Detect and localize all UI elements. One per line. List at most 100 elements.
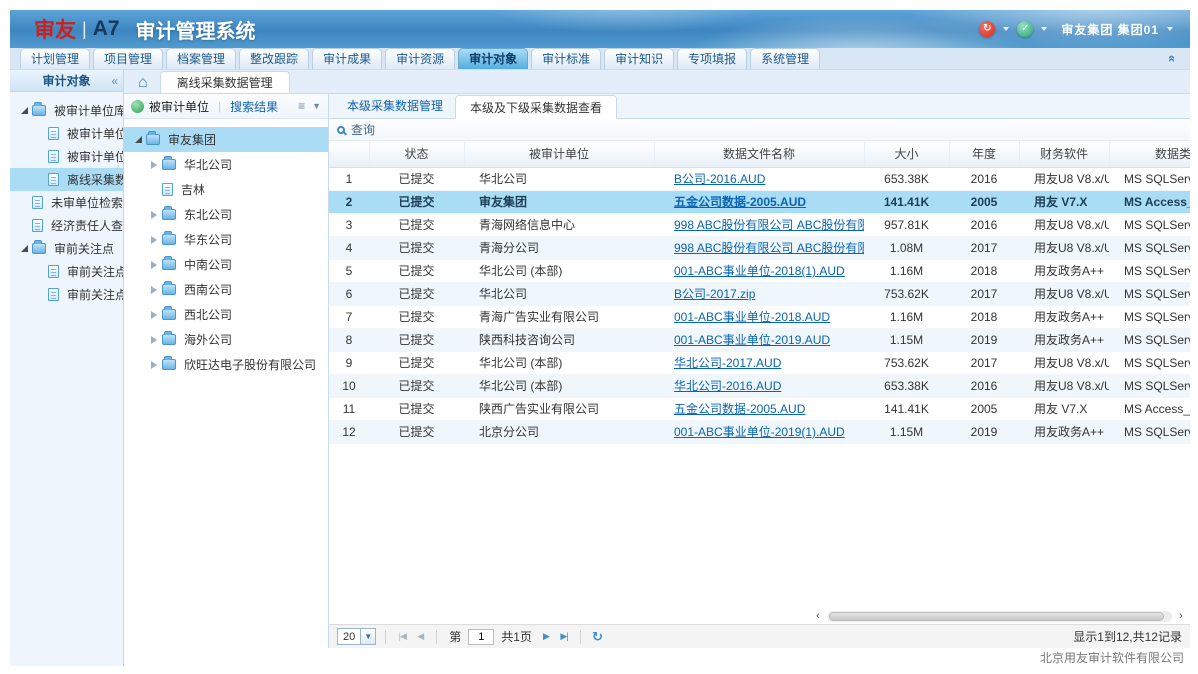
- tree-expand-icon[interactable]: [148, 334, 160, 346]
- nav-tab-4[interactable]: 审计成果: [312, 48, 382, 69]
- tree-expand-icon[interactable]: [148, 259, 160, 271]
- tree-collapse-icon[interactable]: [18, 105, 30, 117]
- nav-tab-7[interactable]: 审计标准: [531, 48, 601, 69]
- file-link[interactable]: 华北公司-2016.AUD: [674, 379, 781, 393]
- current-org-user[interactable]: 审友集团 集团01: [1061, 21, 1159, 38]
- last-page-button[interactable]: ▶|: [557, 631, 571, 642]
- scroll-left-icon[interactable]: ‹: [812, 611, 824, 622]
- file-link[interactable]: 998 ABC股份有限公司 ABC股份有限公司: [674, 218, 864, 232]
- nav-tab-6[interactable]: 审计对象: [458, 48, 528, 69]
- org-tree-item-2[interactable]: 吉林: [124, 177, 328, 202]
- file-link[interactable]: 001-ABC事业单位-2019(1).AUD: [674, 425, 845, 439]
- sidebar-tree-item-7[interactable]: 审前关注点查看: [10, 260, 123, 283]
- prev-page-button[interactable]: ◀: [413, 631, 427, 642]
- first-page-button[interactable]: |◀: [395, 631, 409, 642]
- tree-expand-icon[interactable]: [148, 309, 160, 321]
- sidebar-tree-item-6[interactable]: 审前关注点: [10, 237, 123, 260]
- table-row[interactable]: 12已提交北京分公司001-ABC事业单位-2019(1).AUD1.15M20…: [329, 420, 1190, 443]
- file-link[interactable]: B公司-2016.AUD: [674, 172, 765, 186]
- sidebar-tree-item-5[interactable]: 经济责任人查看: [10, 214, 123, 237]
- page-number-input[interactable]: [468, 629, 494, 645]
- scroll-right-icon[interactable]: ›: [1175, 611, 1187, 622]
- page-size-select[interactable]: 20 ▼: [337, 628, 376, 645]
- column-header-software[interactable]: 财务软件: [1019, 141, 1109, 167]
- query-button[interactable]: 查询: [351, 121, 375, 138]
- refresh-icon[interactable]: ↻: [592, 629, 603, 645]
- org-tree-item-0[interactable]: 审友集团: [124, 127, 328, 152]
- sidebar-tree-item-8[interactable]: 审前关注点维护: [10, 283, 123, 306]
- file-link[interactable]: B公司-2017.zip: [674, 287, 755, 301]
- column-header-num[interactable]: [329, 141, 369, 167]
- nav-tab-0[interactable]: 计划管理: [20, 48, 90, 69]
- nav-tab-5[interactable]: 审计资源: [385, 48, 455, 69]
- sidebar-tree-item-0[interactable]: 被审计单位库: [10, 99, 123, 122]
- org-tree-item-4[interactable]: 华东公司: [124, 227, 328, 252]
- table-row[interactable]: 6已提交华北公司B公司-2017.zip753.62K2017用友U8 V8.x…: [329, 282, 1190, 305]
- column-header-status[interactable]: 状态: [369, 141, 464, 167]
- org-tree-item-6[interactable]: 西南公司: [124, 277, 328, 302]
- collapse-sidebar-icon[interactable]: «: [111, 74, 118, 88]
- column-header-dtype[interactable]: 数据类型: [1109, 141, 1190, 167]
- org-tree-item-7[interactable]: 西北公司: [124, 302, 328, 327]
- nav-tab-9[interactable]: 专项填报: [677, 48, 747, 69]
- table-row[interactable]: 1已提交华北公司B公司-2016.AUD653.38K2016用友U8 V8.x…: [329, 167, 1190, 190]
- open-page-tab[interactable]: 离线采集数据管理: [160, 71, 290, 93]
- tab-search-results[interactable]: 搜索结果: [230, 98, 278, 115]
- home-icon[interactable]: ⌂: [138, 75, 148, 91]
- panel-menu-icon[interactable]: ≡: [298, 99, 305, 113]
- chevron-down-icon[interactable]: ▼: [312, 101, 321, 111]
- file-link[interactable]: 001-ABC事业单位-2019.AUD: [674, 333, 830, 347]
- table-row[interactable]: 9已提交华北公司 (本部)华北公司-2017.AUD753.62K2017用友U…: [329, 351, 1190, 374]
- column-header-file[interactable]: 数据文件名称: [654, 141, 864, 167]
- nav-tab-1[interactable]: 项目管理: [93, 48, 163, 69]
- nav-tab-10[interactable]: 系统管理: [750, 48, 820, 69]
- file-link[interactable]: 001-ABC事业单位-2018(1).AUD: [674, 264, 845, 278]
- sidebar-tree-item-2[interactable]: 被审计单位维护: [10, 145, 123, 168]
- file-link[interactable]: 华北公司-2017.AUD: [674, 356, 781, 370]
- file-link[interactable]: 五金公司数据-2005.AUD: [674, 402, 805, 416]
- column-header-year[interactable]: 年度: [949, 141, 1019, 167]
- tree-expand-icon[interactable]: [148, 159, 160, 171]
- sidebar-tree-item-1[interactable]: 被审计单位查看: [10, 122, 123, 145]
- tab-local-data-manage[interactable]: 本级采集数据管理: [335, 94, 455, 118]
- table-row[interactable]: 7已提交青海广告实业有限公司001-ABC事业单位-2018.AUD1.16M2…: [329, 305, 1190, 328]
- table-row[interactable]: 5已提交华北公司 (本部)001-ABC事业单位-2018(1).AUD1.16…: [329, 259, 1190, 282]
- org-tree-item-9[interactable]: 欣旺达电子股份有限公司: [124, 352, 328, 377]
- tree-expand-icon[interactable]: [148, 359, 160, 371]
- table-row[interactable]: 11已提交陕西广告实业有限公司五金公司数据-2005.AUD141.41K200…: [329, 397, 1190, 420]
- table-row[interactable]: 3已提交青海网络信息中心998 ABC股份有限公司 ABC股份有限公司957.8…: [329, 213, 1190, 236]
- user-icon[interactable]: ✓: [1017, 21, 1033, 37]
- tree-expand-icon[interactable]: [148, 284, 160, 296]
- sidebar-tree-item-3[interactable]: 离线采集数据管理: [10, 168, 123, 191]
- column-header-unit[interactable]: 被审计单位: [464, 141, 654, 167]
- tree-expand-icon[interactable]: [148, 234, 160, 246]
- collapse-header-icon[interactable]: «: [1165, 55, 1180, 62]
- sidebar-tree-item-4[interactable]: 未审单位检索: [10, 191, 123, 214]
- file-link[interactable]: 998 ABC股份有限公司 ABC股份有限公司: [674, 241, 864, 255]
- tab-local-and-sub-data-view[interactable]: 本级及下级采集数据查看: [455, 95, 617, 119]
- org-tree-item-5[interactable]: 中南公司: [124, 252, 328, 277]
- nav-tab-2[interactable]: 档案管理: [166, 48, 236, 69]
- nav-tab-8[interactable]: 审计知识: [604, 48, 674, 69]
- file-link[interactable]: 001-ABC事业单位-2018.AUD: [674, 310, 830, 324]
- nav-tab-3[interactable]: 整改跟踪: [239, 48, 309, 69]
- table-row[interactable]: 10已提交华北公司 (本部)华北公司-2016.AUD653.38K2016用友…: [329, 374, 1190, 397]
- tab-audited-units[interactable]: 被审计单位: [149, 98, 209, 115]
- table-row[interactable]: 4已提交青海分公司998 ABC股份有限公司 ABC股份有限公司1.08M201…: [329, 236, 1190, 259]
- table-row[interactable]: 8已提交陕西科技咨询公司001-ABC事业单位-2019.AUD1.15M201…: [329, 328, 1190, 351]
- org-tree-item-8[interactable]: 海外公司: [124, 327, 328, 352]
- chevron-down-icon[interactable]: [1041, 27, 1047, 31]
- tree-expand-icon[interactable]: [148, 209, 160, 221]
- next-page-button[interactable]: ▶: [539, 631, 553, 642]
- org-tree-item-3[interactable]: 东北公司: [124, 202, 328, 227]
- org-tree-item-1[interactable]: 华北公司: [124, 152, 328, 177]
- file-link[interactable]: 五金公司数据-2005.AUD: [674, 195, 806, 209]
- column-header-size[interactable]: 大小: [864, 141, 949, 167]
- chevron-down-icon[interactable]: [1003, 27, 1009, 31]
- tree-collapse-icon[interactable]: [132, 134, 144, 146]
- scrollbar-track[interactable]: [827, 611, 1172, 622]
- tree-collapse-icon[interactable]: [18, 243, 30, 255]
- table-row[interactable]: 2已提交审友集团五金公司数据-2005.AUD141.41K2005用友 V7.…: [329, 190, 1190, 213]
- scrollbar-thumb[interactable]: [829, 612, 1164, 621]
- notification-icon[interactable]: ↻: [979, 21, 995, 37]
